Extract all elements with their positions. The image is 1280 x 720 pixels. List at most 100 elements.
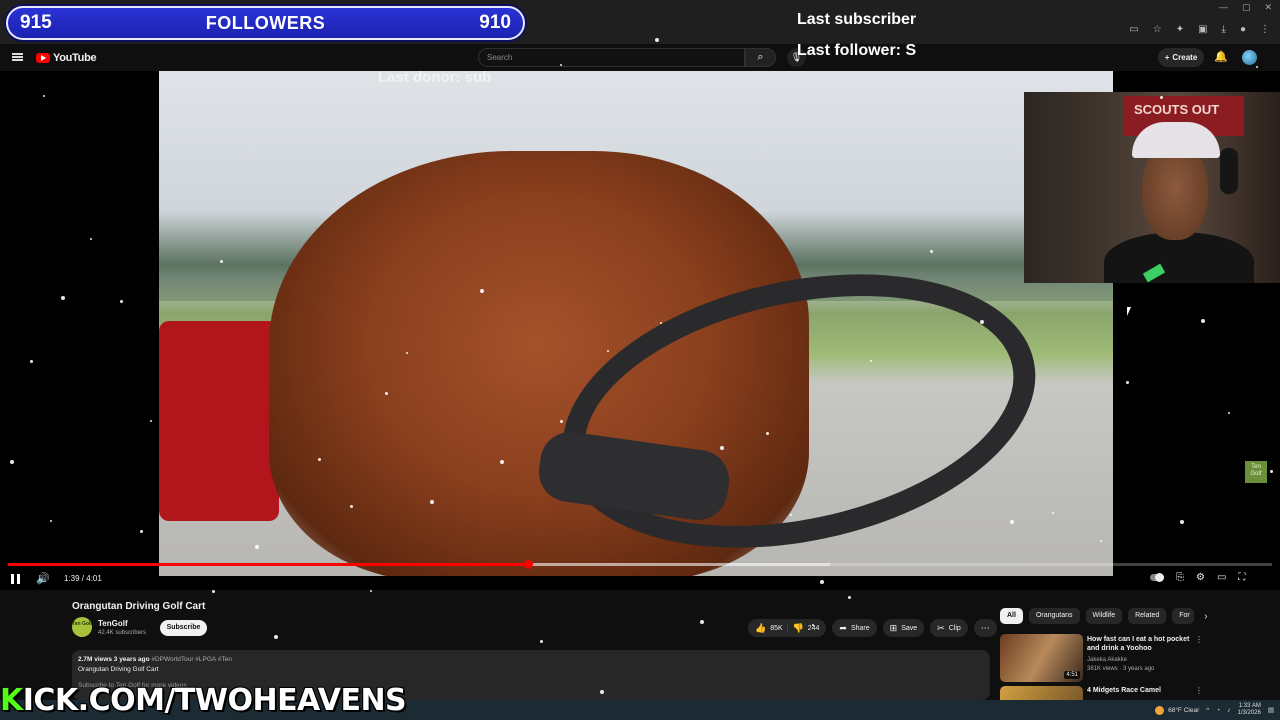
notifications-icon[interactable]: 🔔 — [1214, 50, 1228, 63]
search-icon: ⌕ — [757, 51, 764, 63]
clip-label: Clip — [948, 624, 961, 632]
snowflake — [255, 545, 259, 549]
extensions-icon[interactable]: ✦ — [1176, 24, 1184, 35]
youtube-play-icon — [36, 53, 50, 63]
recommended-video[interactable]: 4:51 How fast can I eat a hot pocket and… — [1000, 634, 1280, 684]
snowflake — [140, 530, 143, 533]
snowflake — [370, 590, 372, 592]
more-vertical-icon[interactable]: ⋮ — [1195, 686, 1203, 695]
chip-all[interactable]: All — [1000, 608, 1023, 624]
share-button[interactable]: ➦ Share — [832, 619, 877, 637]
description-meta: 2.7M views 3 years ago #DPWorldTour #LPG… — [78, 656, 984, 663]
snowflake — [406, 352, 408, 354]
recommended-duration: 4:51 — [1064, 671, 1080, 679]
minimize-icon[interactable]: — — [1219, 2, 1228, 13]
bookmark-star-icon[interactable]: ☆ — [1153, 24, 1162, 35]
snowflake — [700, 620, 704, 624]
volume-tray-icon[interactable]: ♪ — [1227, 707, 1230, 714]
snowflake — [766, 432, 769, 435]
channel-name[interactable]: TenGolf — [98, 619, 128, 628]
channel-avatar[interactable]: Ten Golf — [72, 617, 92, 637]
recommended-thumbnail[interactable]: 4:51 — [1000, 634, 1083, 682]
progress-bar[interactable] — [8, 560, 1272, 569]
restore-icon[interactable]: ▢ — [1242, 2, 1251, 13]
download-icon[interactable]: ⤓ — [1222, 24, 1226, 35]
save-label: Save — [901, 624, 918, 632]
snowflake — [318, 458, 321, 461]
snowflake — [1010, 520, 1014, 524]
recommended-channel[interactable]: Jakeka Akakke — [1087, 657, 1127, 663]
snowflake — [61, 296, 65, 300]
close-icon[interactable]: ✕ — [1264, 2, 1272, 13]
snowflake — [870, 360, 872, 362]
recommended-thumbnail[interactable] — [1000, 686, 1083, 700]
clock-date: 1/3/2026 — [1237, 710, 1261, 716]
pause-icon[interactable] — [11, 574, 20, 584]
share-icon: ➦ — [839, 622, 847, 633]
youtube-logo-text: YouTube — [53, 52, 97, 64]
snowflake — [43, 95, 45, 97]
menu-icon[interactable] — [12, 53, 23, 61]
autoplay-toggle[interactable] — [1150, 573, 1164, 582]
hashtags[interactable]: #DPWorldTour #LPGA #Ten — [151, 656, 231, 663]
more-vertical-icon[interactable]: ⋮ — [1195, 635, 1203, 644]
channel-watermark[interactable]: Ten Golf — [1245, 461, 1267, 483]
clip-button[interactable]: ✂ Clip — [930, 619, 968, 637]
fullscreen-icon[interactable]: ⛶ — [1238, 572, 1245, 583]
volume-icon[interactable]: 🔊 — [36, 572, 50, 585]
account-avatar[interactable] — [1242, 50, 1257, 65]
snowflake — [120, 300, 123, 303]
sidebar-icon[interactable]: ▣ — [1198, 24, 1207, 35]
time-display: 1:39 / 4:01 — [64, 574, 102, 583]
snowflake — [274, 635, 278, 639]
recommended-title[interactable]: How fast can I eat a hot pocket and drin… — [1087, 635, 1197, 653]
video-title: Orangutan Driving Golf Cart — [72, 601, 206, 612]
dislike-icon[interactable]: 👎 — [793, 623, 804, 634]
more-actions-button[interactable]: ⋯ — [973, 619, 997, 637]
network-icon[interactable]: ◔ — [1216, 707, 1220, 714]
like-divider: | — [786, 624, 789, 632]
weather-widget[interactable]: 68°F Clear — [1155, 705, 1199, 715]
youtube-logo[interactable]: YouTube — [36, 52, 97, 64]
webcam-face — [1142, 144, 1208, 240]
create-button[interactable]: + Create — [1158, 48, 1204, 67]
plus-icon: + — [1164, 53, 1170, 62]
goal-target: 910 — [479, 12, 511, 33]
snowflake — [385, 392, 388, 395]
snowflake — [1052, 512, 1054, 514]
chip-related[interactable]: Related — [1128, 608, 1167, 624]
chip-for-you[interactable]: For — [1172, 608, 1195, 624]
progress-scrubber[interactable] — [523, 560, 533, 569]
like-icon[interactable]: 👍 — [755, 623, 766, 634]
captions-icon[interactable]: ⎘ — [1176, 572, 1184, 583]
snowflake — [600, 690, 604, 694]
recommended-video[interactable]: 4 Midgets Race Camel ⋮ — [1000, 686, 1280, 700]
clock[interactable]: 1:33 AM 1/3/2026 — [1237, 703, 1260, 717]
chip-wildlife[interactable]: Wildlife — [1085, 608, 1123, 624]
snowflake — [930, 250, 933, 253]
chip-orangutans[interactable]: Orangutans — [1028, 608, 1080, 624]
recommended-title[interactable]: 4 Midgets Race Camel — [1087, 686, 1197, 695]
tray-chevron-icon[interactable]: ^ — [1206, 707, 1209, 714]
video-frame[interactable] — [159, 71, 1113, 576]
cast-icon[interactable]: ▭ — [1129, 24, 1138, 35]
search-input[interactable]: Search — [478, 48, 745, 67]
like-count[interactable]: 85K — [770, 625, 782, 632]
weather-icon — [1155, 705, 1165, 715]
profile-icon[interactable]: ● — [1240, 24, 1246, 35]
search-button[interactable]: ⌕ — [745, 48, 776, 67]
miniplayer-icon[interactable]: ▭ — [1217, 572, 1226, 583]
snowflake — [720, 446, 724, 450]
browser-menu-icon[interactable]: ⋮ — [1260, 24, 1270, 35]
snowflake — [150, 420, 152, 422]
share-label: Share — [850, 624, 870, 632]
snowflake — [1228, 412, 1230, 414]
save-button[interactable]: ⊞ Save — [882, 619, 925, 637]
notification-center-icon[interactable]: ▤ — [1268, 706, 1274, 714]
chevron-right-icon[interactable]: › — [1204, 611, 1207, 622]
snowflake — [812, 624, 814, 626]
settings-icon[interactable]: ⚙ — [1196, 572, 1205, 583]
kick-rest: ICK.COM/TWOHEAVENS — [22, 683, 407, 718]
subscribe-button[interactable]: Subscribe — [160, 620, 207, 636]
snowflake — [212, 590, 215, 593]
